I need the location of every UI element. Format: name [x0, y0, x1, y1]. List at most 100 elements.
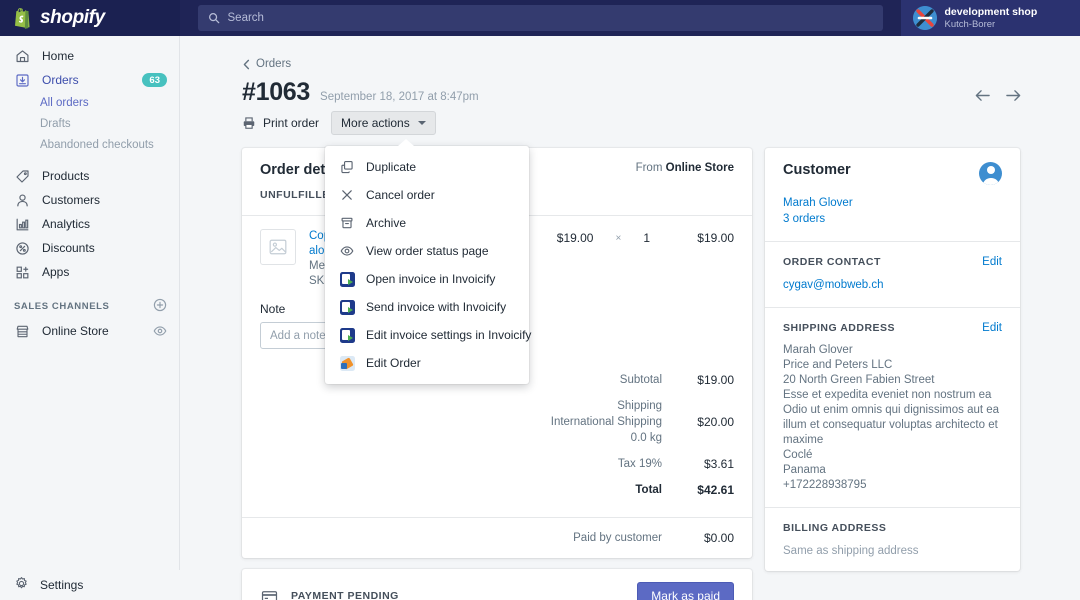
apps-icon — [14, 264, 31, 281]
order-source-prefix: From — [636, 162, 663, 174]
menu-label-edit-invoice-settings-in-invoicify: Edit invoice settings in Invoicify — [366, 328, 531, 342]
print-order-button[interactable]: Print order — [242, 116, 319, 130]
more-actions-dropdown: Duplicate Cancel order Archive — [325, 146, 529, 384]
invoicify-app-icon — [339, 327, 355, 343]
total-label: Total — [635, 482, 662, 498]
sidebar-item-orders[interactable]: Orders 63 — [0, 68, 179, 92]
breadcrumb[interactable]: Orders — [242, 58, 291, 70]
orders-icon — [14, 72, 31, 89]
shipping-method: International Shipping — [551, 414, 662, 430]
chevron-down-icon — [418, 121, 426, 125]
image-placeholder-icon — [268, 237, 288, 257]
customer-section: Customer Marah Glover 3 orders — [765, 148, 1020, 241]
sidebar-subitem-abandoned-checkouts[interactable]: Abandoned checkouts — [0, 134, 179, 155]
sidebar-item-products[interactable]: Products — [0, 164, 179, 188]
tax-value: $3.61 — [662, 456, 734, 472]
paid-value: $0.00 — [662, 530, 734, 546]
sidebar-item-analytics[interactable]: Analytics — [0, 212, 179, 236]
order-totals: Subtotal $19.00 Shipping International S… — [242, 363, 752, 517]
menu-item-view-order-status-page[interactable]: View order status page — [325, 237, 529, 265]
mark-as-paid-button[interactable]: Mark as paid — [637, 582, 734, 600]
person-icon — [14, 192, 31, 209]
sidebar-subitem-drafts[interactable]: Drafts — [0, 113, 179, 134]
menu-label-view-order-status-page: View order status page — [366, 244, 489, 258]
menu-label-cancel-order: Cancel order — [366, 188, 435, 202]
shipping-line: Coclé — [783, 448, 1002, 463]
sales-channels-header: SALES CHANNELS — [0, 293, 179, 319]
shopify-bag-icon — [14, 8, 33, 29]
arrow-right-icon — [1005, 88, 1022, 103]
shipping-line: illum et consequatur voluptas architecto… — [783, 418, 1002, 433]
sidebar-item-discounts[interactable]: Discounts — [0, 236, 179, 260]
order-source-value: Online Store — [666, 162, 734, 174]
sidebar-item-settings[interactable]: Settings — [0, 570, 180, 600]
multiply-symbol: × — [615, 233, 621, 244]
next-order-button[interactable] — [1005, 88, 1022, 108]
chevron-left-icon — [242, 59, 251, 70]
discount-icon — [14, 240, 31, 257]
totals-row-shipping: Shipping International Shipping 0.0 kg $… — [260, 393, 734, 451]
shipping-line: +172228938795 — [783, 478, 1002, 493]
sidebar-item-customers[interactable]: Customers — [0, 188, 179, 212]
add-sales-channel-icon[interactable] — [153, 298, 167, 315]
shipping-line: Marah Glover — [783, 343, 1002, 358]
menu-item-archive[interactable]: Archive — [325, 209, 529, 237]
sidebar-item-online-store[interactable]: Online Store — [0, 319, 179, 343]
eye-icon — [339, 243, 355, 259]
shipping-value: $20.00 — [662, 398, 734, 430]
store-switcher[interactable]: development shop Kutch-Borer — [901, 0, 1080, 36]
customer-name-link[interactable]: Marah Glover — [783, 195, 1002, 211]
shipping-weight: 0.0 kg — [551, 430, 662, 446]
order-contact-title: ORDER CONTACT — [783, 256, 881, 268]
order-contact-section: ORDER CONTACT Edit cygav@mobweb.ch — [765, 242, 1020, 307]
product-thumbnail — [260, 229, 296, 265]
order-pager — [974, 88, 1022, 108]
shipping-line: maxime — [783, 433, 1002, 448]
menu-item-cancel-order[interactable]: Cancel order — [325, 181, 529, 209]
menu-label-send-invoice-with-invoicify: Send invoice with Invoicify — [366, 300, 506, 314]
edit-shipping-address-link[interactable]: Edit — [982, 322, 1002, 334]
top-bar: shopify Search development shop Kutch-Bo… — [0, 0, 1080, 36]
shopify-wordmark: shopify — [40, 7, 105, 29]
search-area: Search — [180, 5, 901, 31]
shipping-labels: Shipping International Shipping 0.0 kg — [551, 398, 662, 446]
store-subtitle: Kutch-Borer — [945, 19, 1038, 31]
customer-orders-link[interactable]: 3 orders — [783, 211, 1002, 227]
view-store-icon[interactable] — [153, 324, 167, 338]
menu-item-send-invoice-with-invoicify[interactable]: Send invoice with Invoicify — [325, 293, 529, 321]
menu-item-edit-order[interactable]: Edit Order — [325, 349, 529, 377]
menu-item-edit-invoice-settings-in-invoicify[interactable]: Edit invoice settings in Invoicify — [325, 321, 529, 349]
menu-label-open-invoice-in-invoicify: Open invoice in Invoicify — [366, 272, 495, 286]
customer-avatar — [979, 162, 1002, 185]
total-value: $42.61 — [662, 482, 734, 498]
sidebar-label-customers: Customers — [42, 193, 100, 207]
storefront-icon — [14, 323, 31, 340]
quantity: 1 — [643, 231, 650, 245]
customer-email-link[interactable]: cygav@mobweb.ch — [783, 277, 1002, 293]
orders-badge: 63 — [142, 73, 167, 87]
billing-address-text: Same as shipping address — [783, 545, 1002, 557]
edit-order-contact-link[interactable]: Edit — [982, 256, 1002, 268]
credit-card-icon — [260, 587, 278, 600]
paid-label: Paid by customer — [573, 530, 662, 546]
menu-item-duplicate[interactable]: Duplicate — [325, 153, 529, 181]
menu-item-open-invoice-in-invoicify[interactable]: Open invoice in Invoicify — [325, 265, 529, 293]
payment-pending-row: PAYMENT PENDING Mark as paid — [242, 569, 752, 600]
duplicate-icon — [339, 159, 355, 175]
sidebar-item-home[interactable]: Home — [0, 44, 179, 68]
sidebar-label-home: Home — [42, 49, 74, 63]
sidebar-label-analytics: Analytics — [42, 217, 90, 231]
main-content: Orders #1063 September 18, 2017 at 8:47p… — [180, 36, 1080, 600]
sidebar-item-apps[interactable]: Apps — [0, 260, 179, 284]
action-buttons: Print order More actions — [242, 111, 436, 135]
sidebar-label-orders: Orders — [42, 73, 79, 87]
billing-address-title: BILLING ADDRESS — [783, 522, 886, 534]
search-input[interactable]: Search — [198, 5, 883, 31]
previous-order-button[interactable] — [974, 88, 991, 108]
tax-label: Tax 19% — [618, 456, 662, 472]
shopify-logo[interactable]: shopify — [0, 0, 180, 36]
archive-icon — [339, 215, 355, 231]
more-actions-button[interactable]: More actions — [331, 111, 436, 135]
customer-column: Customer Marah Glover 3 orders ORDER CON… — [765, 148, 1020, 571]
sidebar-subitem-all-orders[interactable]: All orders — [0, 92, 179, 113]
